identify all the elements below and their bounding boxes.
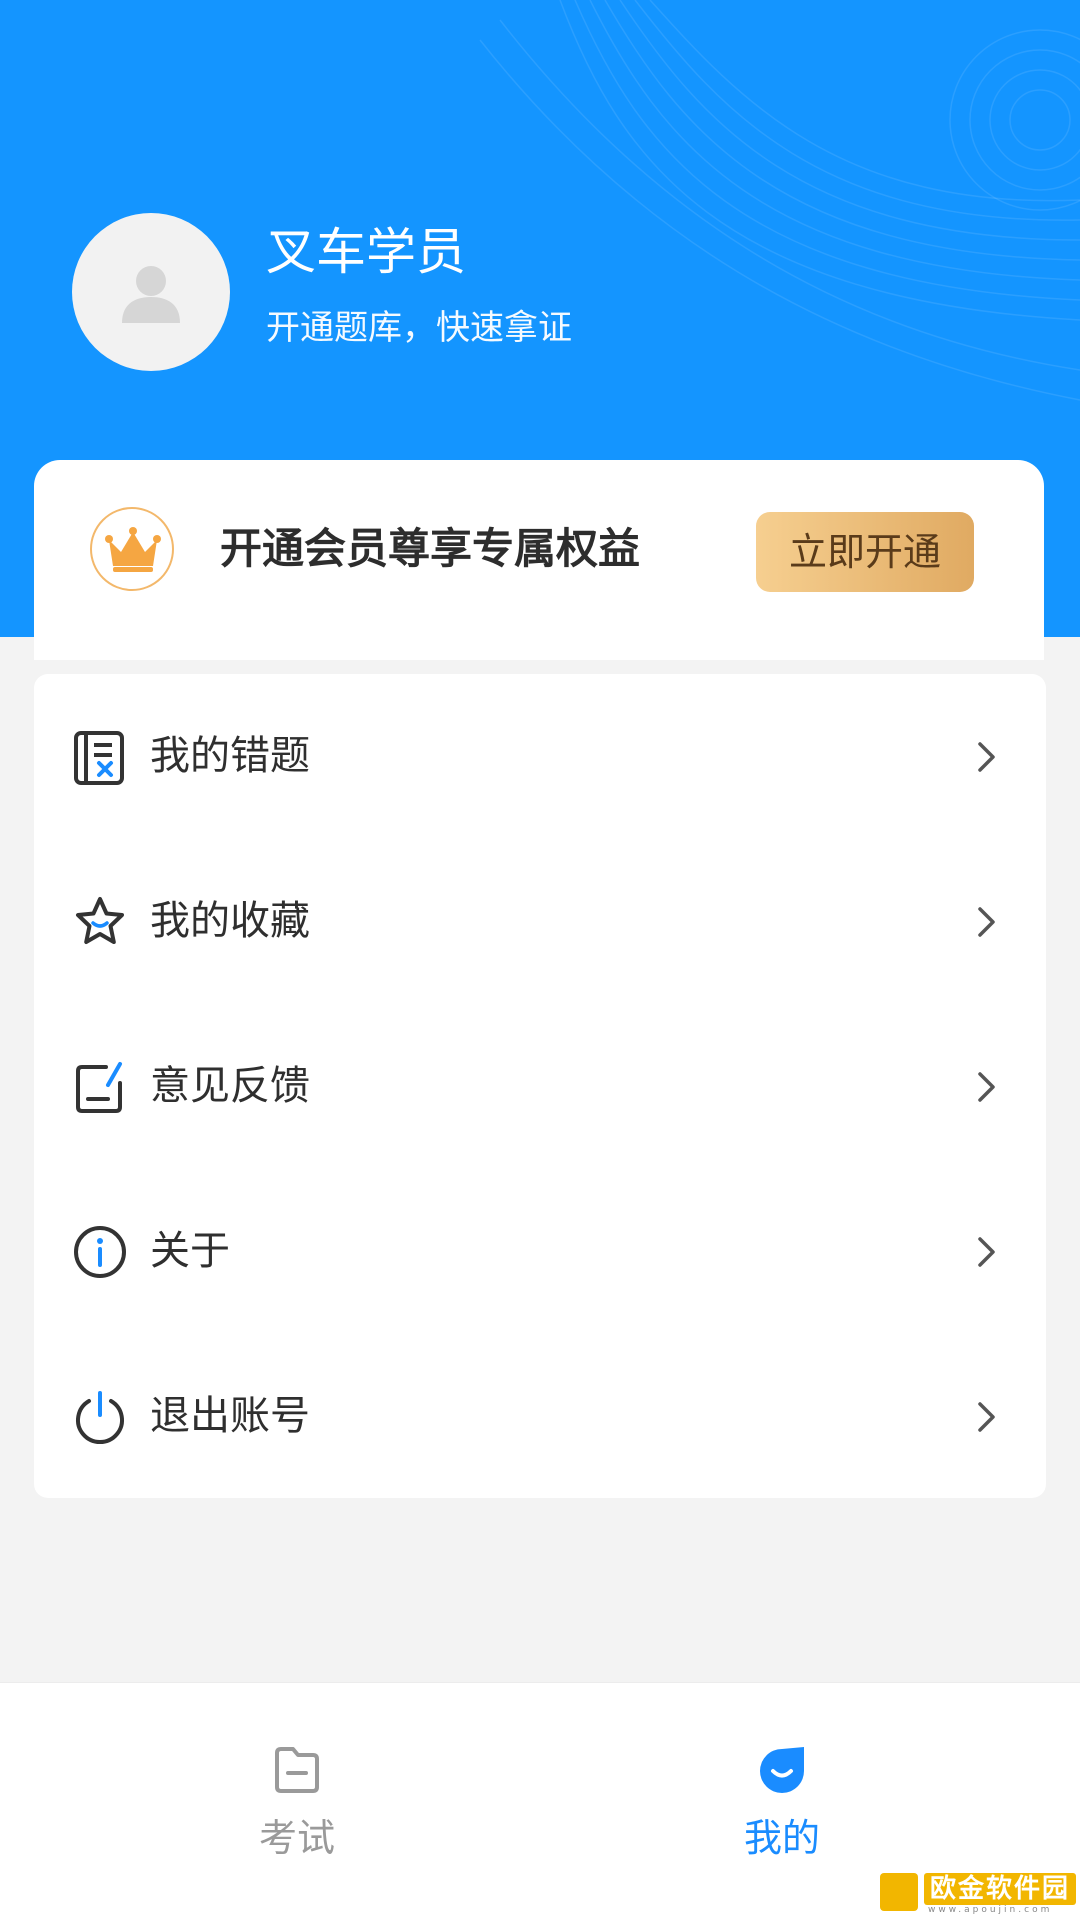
- activate-vip-button[interactable]: 立即开通: [756, 512, 974, 592]
- info-icon: [74, 1226, 126, 1278]
- feedback-icon: [76, 1062, 122, 1113]
- menu-item-label: 退出账号: [150, 1393, 310, 1439]
- chevron-right-icon: [978, 1402, 995, 1432]
- menu-item-feedback[interactable]: 意见反馈: [34, 1004, 1046, 1168]
- menu-item-label: 我的收藏: [150, 898, 310, 944]
- chevron-right-icon: [978, 742, 995, 772]
- crown-badge: [90, 507, 174, 591]
- chevron-right-icon: [978, 1237, 995, 1267]
- chevron-right-icon: [978, 907, 995, 937]
- crown-icon: [105, 527, 161, 572]
- wrong-questions-icon: [74, 731, 124, 785]
- menu-item-label: 我的错题: [150, 733, 310, 779]
- vip-promo-text: 开通会员尊享专属权益: [220, 524, 641, 573]
- profile-drop-icon: [760, 1747, 804, 1793]
- user-avatar-icon: [122, 266, 180, 323]
- watermark-text: 欧金软件园: [924, 1873, 1077, 1905]
- tab-exam[interactable]: 考试: [27, 1683, 567, 1921]
- menu-list: 我的错题 我的收藏 意见反馈 关于 退出账号: [34, 674, 1046, 1498]
- watermark-logo: [880, 1873, 918, 1911]
- menu-item-logout[interactable]: 退出账号: [34, 1334, 1046, 1498]
- menu-item-favorites[interactable]: 我的收藏: [34, 839, 1046, 1003]
- watermark-url: www.apoujin.com: [928, 1905, 1053, 1915]
- watermark: 欧金软件园 www.apoujin.com: [880, 1871, 1077, 1915]
- power-icon: [76, 1391, 124, 1445]
- chevron-right-icon: [978, 1072, 995, 1102]
- tab-label: 考试: [258, 1816, 335, 1860]
- folder-icon: [275, 1747, 319, 1793]
- vip-card[interactable]: 开通会员尊享专属权益 立即开通: [34, 460, 1044, 660]
- menu-item-about[interactable]: 关于: [34, 1169, 1046, 1333]
- avatar[interactable]: [72, 213, 230, 371]
- user-subtitle: 开通题库，快速拿证: [266, 308, 572, 348]
- menu-item-label: 关于: [150, 1228, 230, 1274]
- star-icon: [76, 897, 124, 944]
- menu-item-label: 意见反馈: [150, 1063, 310, 1109]
- tab-label: 我的: [743, 1816, 820, 1860]
- user-name: 叉车学员: [266, 223, 466, 281]
- menu-item-wrong-questions[interactable]: 我的错题: [34, 674, 1046, 838]
